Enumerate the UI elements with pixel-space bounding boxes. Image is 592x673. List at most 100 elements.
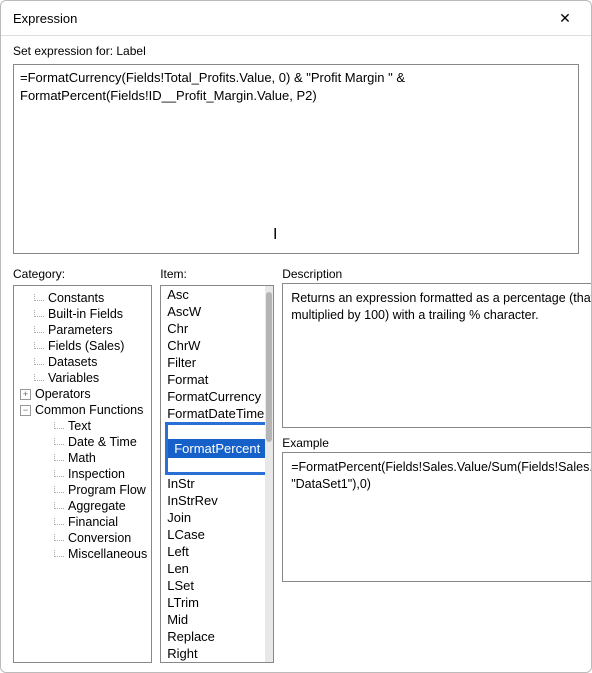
item-row[interactable]: Right <box>161 645 273 662</box>
item-row-hidden-above[interactable]: FormatNumber <box>168 425 266 439</box>
tree-label: Miscellaneous <box>68 547 147 561</box>
tree-node[interactable]: Miscellaneous <box>14 546 151 562</box>
description-label: Description <box>282 267 592 281</box>
item-row[interactable]: Format <box>161 371 273 388</box>
tree-node[interactable]: Text <box>14 418 151 434</box>
item-row[interactable]: FormatCurrency <box>161 388 273 405</box>
item-row[interactable]: Join <box>161 509 273 526</box>
collapse-icon[interactable]: − <box>20 405 31 416</box>
item-row[interactable]: Mid <box>161 611 273 628</box>
tree-branch-icon <box>54 454 64 461</box>
item-row[interactable]: Len <box>161 560 273 577</box>
expression-editor[interactable] <box>13 64 579 254</box>
tree-branch-icon <box>34 374 44 381</box>
item-row[interactable]: LCase <box>161 526 273 543</box>
tree-label: Built-in Fields <box>48 307 123 321</box>
info-column: Description Returns an expression format… <box>282 267 592 663</box>
item-label: Item: <box>160 267 274 281</box>
tree-label: Operators <box>35 387 91 401</box>
tree-label: Date & Time <box>68 435 137 449</box>
tree-branch-icon <box>54 422 64 429</box>
category-label: Category: <box>13 267 152 281</box>
example-panel: =FormatPercent(Fields!Sales.Value/Sum(Fi… <box>282 452 592 582</box>
tree-branch-icon <box>34 342 44 349</box>
expression-editor-wrap: I <box>13 64 579 257</box>
tree-label: Text <box>68 419 91 433</box>
tree-node[interactable]: Built-in Fields <box>14 306 151 322</box>
tree-branch-icon <box>54 550 64 557</box>
tree-label: Conversion <box>68 531 131 545</box>
tree-branch-icon <box>54 518 64 525</box>
item-selected-group: FormatNumber FormatPercent GetChar <box>161 422 273 475</box>
expression-dialog: Expression ✕ Set expression for: Label I… <box>0 0 592 673</box>
tree-label: Parameters <box>48 323 113 337</box>
tree-node[interactable]: Datasets <box>14 354 151 370</box>
tree-node[interactable]: Parameters <box>14 322 151 338</box>
item-scrollbar[interactable] <box>265 286 273 662</box>
scrollbar-thumb[interactable] <box>266 292 272 442</box>
tree-node[interactable]: Conversion <box>14 530 151 546</box>
set-expression-for-label: Set expression for: Label <box>13 44 579 58</box>
tree-node[interactable]: Constants <box>14 290 151 306</box>
tree-branch-icon <box>54 486 64 493</box>
description-text: Returns an expression formatted as a per… <box>291 291 592 322</box>
description-panel: Returns an expression formatted as a per… <box>282 283 592 428</box>
category-tree-panel[interactable]: ConstantsBuilt-in Fields Parameters Fields… <box>13 285 152 663</box>
item-row-selected[interactable]: FormatPercent <box>168 439 266 458</box>
tree-branch-icon <box>34 326 44 333</box>
tree-branch-icon <box>34 358 44 365</box>
item-row[interactable]: AscW <box>161 303 273 320</box>
example-label: Example <box>282 436 592 450</box>
middle-panels: Category: ConstantsBuilt-in Fields Parame… <box>13 267 579 663</box>
tree-label: Inspection <box>68 467 125 481</box>
tree-node[interactable]: Inspection <box>14 466 151 482</box>
item-row[interactable]: ChrW <box>161 337 273 354</box>
item-row[interactable]: FormatDateTime <box>161 405 273 422</box>
tree-branch-icon <box>54 502 64 509</box>
item-row[interactable]: Replace <box>161 628 273 645</box>
tree-node-operators[interactable]: + Operators <box>14 386 151 402</box>
expand-icon[interactable]: + <box>20 389 31 400</box>
tree-branch-icon <box>34 310 44 317</box>
tree-node[interactable]: Math <box>14 450 151 466</box>
item-row-hidden-below[interactable]: GetChar <box>168 458 266 472</box>
category-column: Category: ConstantsBuilt-in Fields Parame… <box>13 267 152 663</box>
tree-branch-icon <box>54 534 64 541</box>
item-row[interactable]: Chr <box>161 320 273 337</box>
tree-label: Financial <box>68 515 118 529</box>
item-row[interactable]: LTrim <box>161 594 273 611</box>
titlebar: Expression ✕ <box>1 1 591 36</box>
example-text: =FormatPercent(Fields!Sales.Value/Sum(Fi… <box>291 460 592 491</box>
tree-node[interactable]: Financial <box>14 514 151 530</box>
tree-node[interactable]: Date & Time <box>14 434 151 450</box>
item-row[interactable]: Asc <box>161 286 273 303</box>
tree-label: Program Flow <box>68 483 146 497</box>
tree-node[interactable]: Program Flow <box>14 482 151 498</box>
tree-node[interactable]: Fields (Sales) <box>14 338 151 354</box>
tree-label: Datasets <box>48 355 97 369</box>
tree-branch-icon <box>34 294 44 301</box>
item-row[interactable]: Filter <box>161 354 273 371</box>
tree-label: Math <box>68 451 96 465</box>
close-button[interactable]: ✕ <box>549 7 581 29</box>
item-row[interactable]: LSet <box>161 577 273 594</box>
item-list-panel[interactable]: AscAscWChrChrWFilterFormatFormatCurrency… <box>160 285 274 663</box>
tree-label: Variables <box>48 371 99 385</box>
tree-branch-icon <box>54 438 64 445</box>
tree-label: Fields (Sales) <box>48 339 124 353</box>
tree-node[interactable]: Aggregate <box>14 498 151 514</box>
item-row[interactable]: InStrRev <box>161 492 273 509</box>
tree-label: Common Functions <box>35 403 143 417</box>
tree-branch-icon <box>54 470 64 477</box>
item-row[interactable]: Left <box>161 543 273 560</box>
tree-node-common-functions[interactable]: − Common Functions <box>14 402 151 418</box>
tree-label: Aggregate <box>68 499 126 513</box>
item-column: Item: AscAscWChrChrWFilterFormatFormatCu… <box>160 267 274 663</box>
dialog-content: Set expression for: Label I Category: Co… <box>1 36 591 673</box>
item-row[interactable]: InStr <box>161 475 273 492</box>
tree-node[interactable]: Variables <box>14 370 151 386</box>
item-list: AscAscWChrChrWFilterFormatFormatCurrency… <box>161 286 273 662</box>
dialog-title: Expression <box>13 11 77 26</box>
close-icon: ✕ <box>559 11 571 25</box>
selection-highlight: FormatNumber FormatPercent GetChar <box>165 422 269 475</box>
